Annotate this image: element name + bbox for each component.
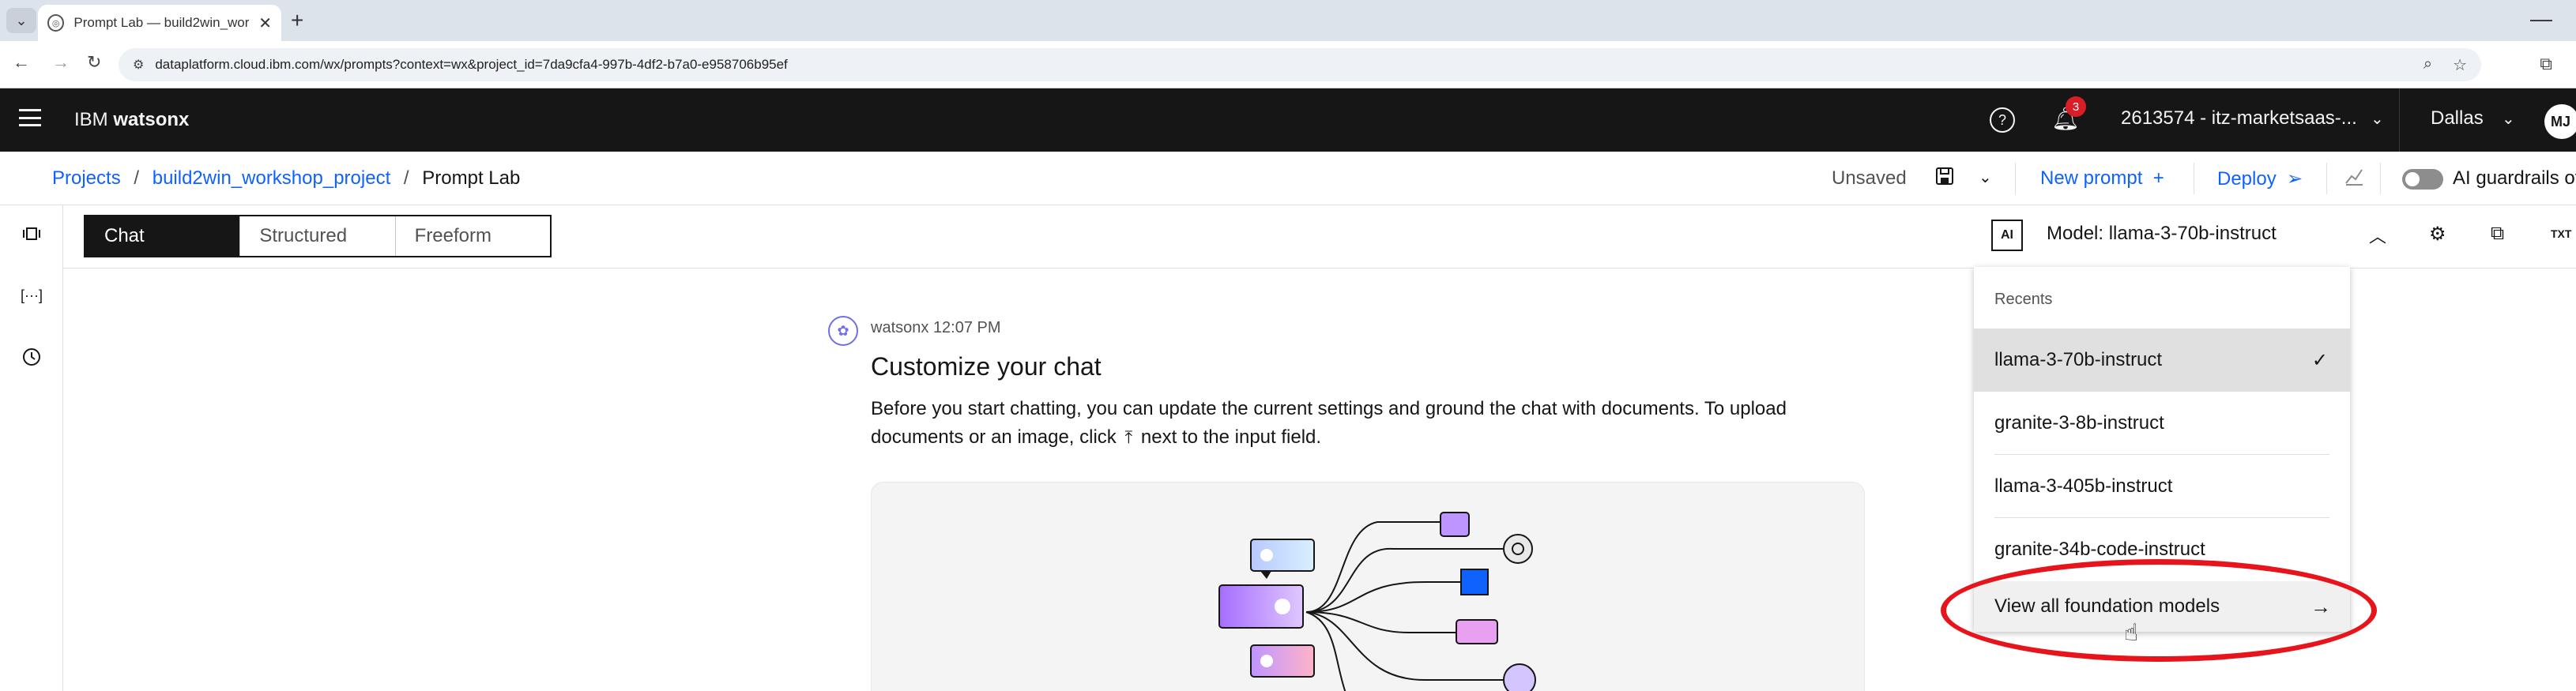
account-switcher[interactable]: 2613574 - itz-marketsaas-... (2121, 107, 2357, 130)
prompt-variables-icon[interactable]: [···] (17, 281, 46, 310)
zoom-icon[interactable]: ⌕ (2423, 55, 2432, 75)
new-prompt-button[interactable]: New prompt + (2040, 167, 2164, 190)
breadcrumb-separator: / (403, 167, 409, 189)
ai-guardrails-toggle[interactable] (2402, 169, 2443, 190)
breadcrumb-project[interactable]: build2win_workshop_project (153, 167, 391, 189)
new-prompt-label: New prompt (2040, 167, 2143, 189)
url-omnibox[interactable]: ⚙ dataplatform.cloud.ibm.com/wx/prompts?… (119, 48, 2481, 81)
chevron-down-icon[interactable]: ⌄ (2371, 109, 2384, 129)
save-icon[interactable] (1934, 166, 1955, 192)
forward-icon[interactable]: → (52, 52, 70, 73)
extensions-icon[interactable]: ⧉ (2540, 54, 2552, 74)
send-icon: ➢ (2281, 168, 2303, 190)
message-body-text: Before you start chatting, you can updat… (871, 398, 1787, 448)
highlight-annotation (1941, 559, 2377, 662)
mode-toolbar: Chat Structured Freeform AI Model: llama… (63, 205, 2576, 269)
settings-gear-icon[interactable]: ⚙ (2429, 223, 2446, 246)
reload-icon[interactable]: ↻ (87, 52, 101, 73)
model-parameters-icon[interactable] (17, 220, 46, 248)
brand-name[interactable]: IBM watsonx (74, 109, 189, 131)
bookmark-star-icon[interactable]: ☆ (2453, 55, 2467, 75)
illustration-card (871, 482, 1865, 691)
mode-switcher: Chat Structured Freeform (84, 215, 552, 257)
chevron-down-icon[interactable]: ⌄ (2502, 109, 2515, 129)
checkmark-icon: ✓ (2311, 349, 2328, 371)
history-clock-icon[interactable] (17, 343, 46, 371)
user-avatar[interactable]: MJ (2544, 104, 2576, 139)
left-rail: [···] (0, 205, 63, 691)
back-icon[interactable]: ← (13, 52, 30, 73)
message-body-text-2: next to the input field. (1140, 426, 1322, 448)
save-status: Unsaved (1832, 167, 1907, 189)
deploy-label: Deploy (2217, 168, 2277, 190)
browser-address-bar: ← → ↻ ⚙ dataplatform.cloud.ibm.com/wx/pr… (0, 41, 2576, 88)
app-header: IBM watsonx ? 🔔︎ 3 2613574 - itz-markets… (0, 88, 2576, 152)
toolbar-divider (2015, 163, 2016, 194)
notification-count-badge: 3 (2066, 96, 2086, 117)
message-sender: watsonx (871, 319, 929, 336)
deploy-button[interactable]: Deploy ➢ (2217, 167, 2303, 190)
model-selector[interactable]: Model: llama-3-70b-instruct (2047, 223, 2277, 245)
tab-close-icon[interactable]: ✕ (258, 13, 272, 33)
toolbar-divider (2326, 163, 2327, 194)
chevron-down-icon[interactable]: ⌄ (1979, 167, 1992, 187)
hamburger-menu-icon[interactable] (19, 109, 41, 126)
model-option-label: granite-3-8b-instruct (1994, 412, 2164, 434)
toolbar-divider (2380, 163, 2381, 194)
chart-line-icon[interactable] (2344, 166, 2364, 192)
breadcrumb: Projects / build2win_workshop_project / … (52, 167, 520, 190)
message-body: Before you start chatting, you can updat… (871, 395, 1803, 452)
ai-guardrails-label: AI guardrails off (2453, 167, 2576, 189)
browser-tab-bar: ⌄ ◎ Prompt Lab — build2win_worksh ✕ + — (0, 0, 2576, 41)
ai-badge-icon: AI (1991, 220, 2023, 251)
window-minimize-button[interactable]: — (2530, 6, 2552, 32)
tab-chat[interactable]: Chat (85, 216, 241, 256)
breadcrumb-current: Prompt Lab (422, 167, 521, 189)
tab-title: Prompt Lab — build2win_worksh (73, 15, 250, 30)
watsonx-avatar-icon: ✿ (828, 316, 858, 346)
browser-tab[interactable]: ◎ Prompt Lab — build2win_worksh ✕ (38, 5, 281, 41)
model-option-label: granite-34b-code-instruct (1994, 539, 2205, 560)
message-title: Customize your chat (871, 352, 1102, 381)
watsonx-favicon-icon: ◎ (47, 14, 65, 32)
tab-freeform[interactable]: Freeform (396, 216, 550, 256)
message-meta: watsonx 12:07 PM (871, 319, 1001, 337)
chevron-up-icon[interactable]: ︿ (2369, 223, 2386, 248)
site-info-icon[interactable]: ⚙ (133, 57, 144, 73)
region-selector[interactable]: Dallas (2431, 107, 2484, 130)
new-tab-button[interactable]: + (291, 9, 303, 32)
help-icon[interactable]: ? (1990, 107, 2015, 133)
plus-icon: + (2148, 167, 2164, 189)
upload-icon: ⤒ (1124, 427, 1133, 447)
copy-icon[interactable]: ⧉ (2491, 223, 2504, 245)
chat-customization-illustration (1218, 512, 1536, 691)
message-time: 12:07 PM (932, 319, 1001, 336)
model-option-label: llama-3-405b-instruct (1994, 475, 2173, 497)
model-option-llama-3-405b[interactable]: llama-3-405b-instruct (1974, 455, 2350, 518)
header-divider (2399, 88, 2400, 152)
model-option-label: llama-3-70b-instruct (1994, 349, 2163, 370)
dropdown-section-label: Recents (1994, 291, 2053, 308)
tab-structured[interactable]: Structured (240, 216, 396, 256)
txt-view-icon[interactable]: TXT (2551, 227, 2571, 240)
tab-list-chevron-icon[interactable]: ⌄ (6, 8, 36, 33)
breadcrumb-projects[interactable]: Projects (52, 167, 121, 189)
url-text[interactable]: dataplatform.cloud.ibm.com/wx/prompts?co… (155, 57, 787, 73)
breadcrumb-toolbar: Projects / build2win_workshop_project / … (0, 152, 2576, 205)
hand-pointer-cursor-icon: ☝ (2124, 620, 2139, 646)
model-option-granite-3-8b[interactable]: granite-3-8b-instruct (1974, 392, 2350, 455)
breadcrumb-separator: / (134, 167, 140, 189)
model-option-llama-3-70b[interactable]: llama-3-70b-instruct ✓ (1974, 329, 2350, 392)
